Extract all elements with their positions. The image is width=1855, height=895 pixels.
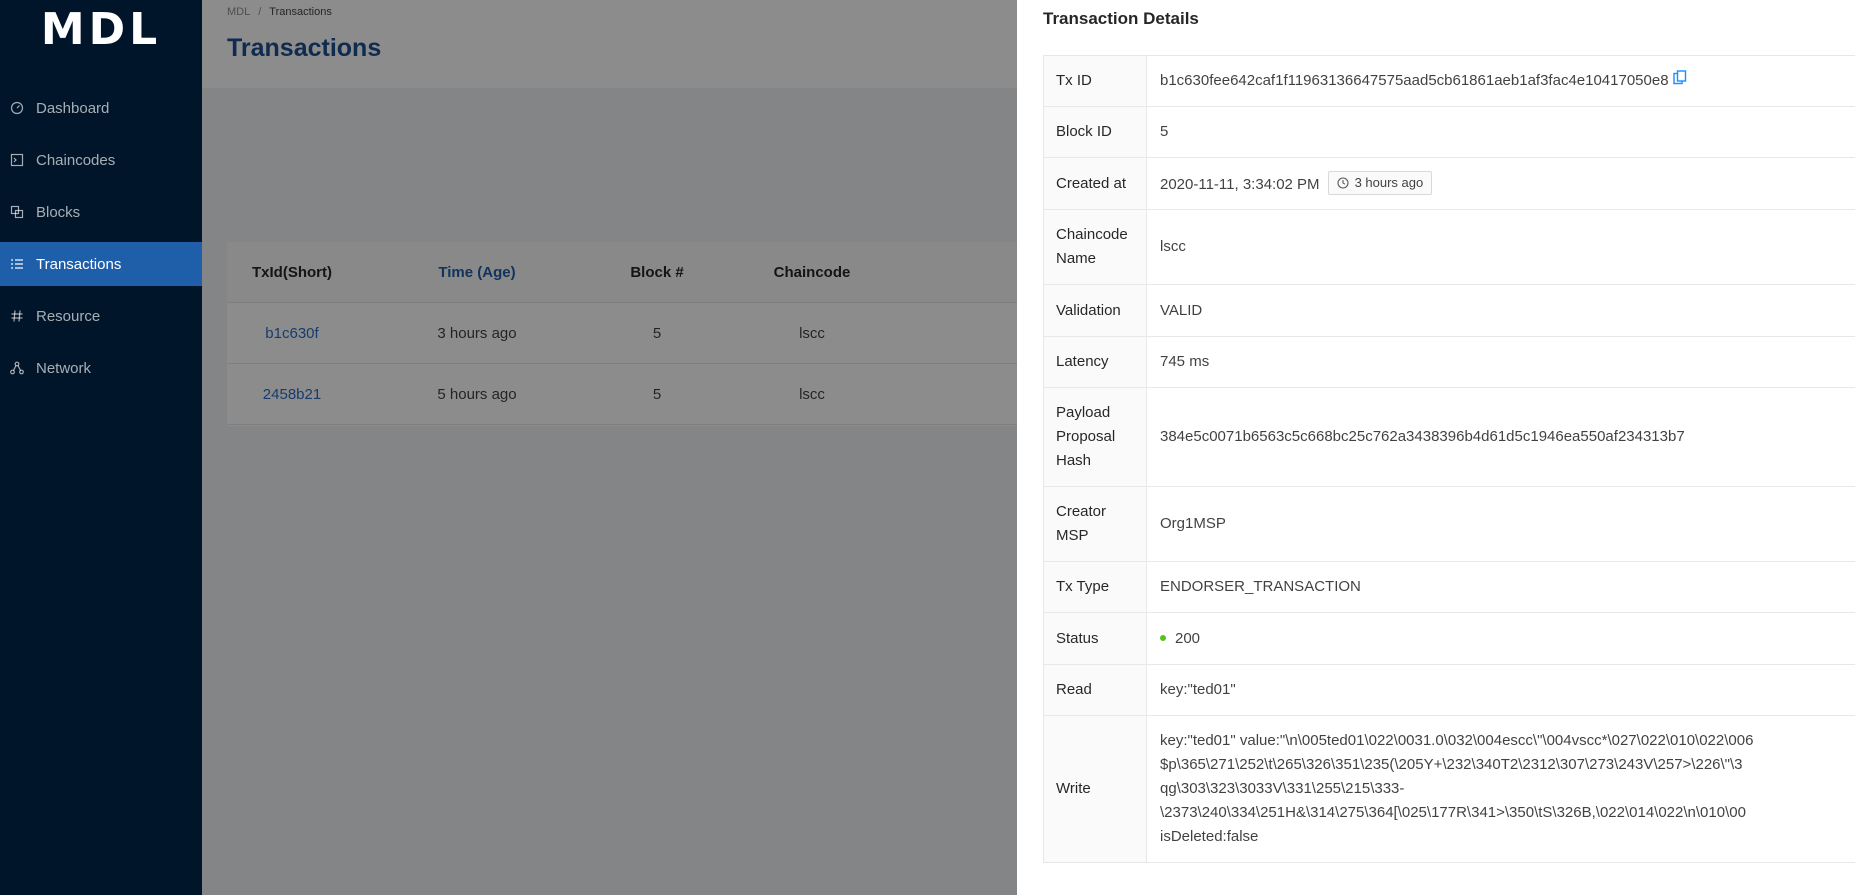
detail-value: 5 (1146, 106, 1855, 158)
detail-label: Tx ID (1043, 55, 1147, 107)
clock-icon (1337, 176, 1349, 189)
detail-label: Status (1043, 612, 1147, 665)
copy-icon[interactable] (1672, 69, 1687, 93)
detail-row-chaincode-name: Chaincode Name lscc (1043, 209, 1855, 285)
detail-value: VALID (1146, 284, 1855, 337)
write-line: $p\365\271\252\t\265\326\351\235(\205Y+\… (1160, 756, 1743, 773)
detail-row-creator-msp: Creator MSP Org1MSP (1043, 486, 1855, 562)
detail-value: key:"ted01" (1146, 664, 1855, 716)
sidebar-item-network[interactable]: Network (0, 346, 202, 390)
detail-row-payload-hash: Payload Proposal Hash 384e5c0071b6563c5c… (1043, 387, 1855, 487)
age-tag-text: 3 hours ago (1354, 174, 1424, 190)
sidebar-item-transactions[interactable]: Transactions (0, 242, 202, 286)
write-line: qg\303\323\3033V\331\255\215\333- (1160, 780, 1405, 797)
detail-label: Creator MSP (1043, 486, 1147, 562)
detail-label: Read (1043, 664, 1147, 716)
list-icon (10, 257, 24, 271)
detail-label: Tx Type (1043, 561, 1147, 613)
logo[interactable]: MDL (0, 0, 202, 74)
age-tag: 3 hours ago (1327, 170, 1433, 195)
sidebar-menu: Dashboard Chaincodes Blocks Transactions… (0, 86, 202, 398)
logo-text: MDL (40, 4, 162, 55)
sidebar-item-dashboard[interactable]: Dashboard (0, 86, 202, 130)
write-line: \2373\240\334\251H&\314\275\364[\025\177… (1160, 804, 1746, 821)
detail-row-read: Read key:"ted01" (1043, 664, 1855, 716)
detail-value: 384e5c0071b6563c5c668bc25c762a3438396b4d… (1146, 387, 1855, 487)
sidebar-item-label: Blocks (36, 203, 81, 221)
number-icon (10, 309, 24, 323)
detail-value: 2020-11-11, 3:34:02 PM 3 hours ago (1146, 157, 1855, 210)
transaction-details-table: Tx ID b1c630fee642caf1f11963136647575aad… (1043, 55, 1855, 863)
sidebar-item-blocks[interactable]: Blocks (0, 190, 202, 234)
detail-label: Created at (1043, 157, 1147, 210)
created-at-value: 2020-11-11, 3:34:02 PM (1160, 175, 1320, 193)
detail-value: Org1MSP (1146, 486, 1855, 562)
sidebar-item-chaincodes[interactable]: Chaincodes (0, 138, 202, 182)
sidebar-item-resource[interactable]: Resource (0, 294, 202, 338)
detail-value: 200 (1146, 612, 1855, 665)
write-line: key:"ted01" value:"\n\005ted01\022\0031.… (1160, 732, 1754, 749)
dashboard-icon (10, 101, 24, 115)
transaction-details-drawer: Transaction Details Tx ID b1c630fee642ca… (1017, 0, 1855, 895)
detail-row-latency: Latency 745 ms (1043, 336, 1855, 388)
detail-label: Validation (1043, 284, 1147, 337)
detail-value: key:"ted01" value:"\n\005ted01\022\0031.… (1146, 715, 1855, 863)
status-dot-icon (1160, 634, 1166, 641)
detail-value: b1c630fee642caf1f11963136647575aad5cb618… (1146, 55, 1855, 107)
detail-label: Block ID (1043, 106, 1147, 158)
drawer-title: Transaction Details (1043, 9, 1199, 28)
detail-value: ENDORSER_TRANSACTION (1146, 561, 1855, 613)
blocks-icon (10, 205, 24, 219)
sidebar-item-label: Transactions (36, 255, 122, 273)
detail-value: 745 ms (1146, 336, 1855, 388)
status-value: 200 (1175, 629, 1201, 647)
drawer-mask[interactable] (202, 0, 1017, 895)
detail-label: Chaincode Name (1043, 209, 1147, 285)
detail-row-tx-id: Tx ID b1c630fee642caf1f11963136647575aad… (1043, 55, 1855, 107)
detail-value: lscc (1146, 209, 1855, 285)
detail-row-tx-type: Tx Type ENDORSER_TRANSACTION (1043, 561, 1855, 613)
network-icon (10, 361, 24, 375)
detail-row-block-id: Block ID 5 (1043, 106, 1855, 158)
tx-id-value: b1c630fee642caf1f11963136647575aad5cb618… (1160, 71, 1669, 89)
sidebar: MDL Dashboard Chaincodes Blocks Transact… (0, 0, 202, 895)
code-icon (10, 153, 24, 167)
detail-label: Latency (1043, 336, 1147, 388)
detail-label: Write (1043, 715, 1147, 863)
detail-row-status: Status 200 (1043, 612, 1855, 665)
detail-row-validation: Validation VALID (1043, 284, 1855, 337)
detail-label: Payload Proposal Hash (1043, 387, 1147, 487)
detail-row-created-at: Created at 2020-11-11, 3:34:02 PM 3 hours… (1043, 157, 1855, 210)
sidebar-item-label: Resource (36, 307, 101, 325)
detail-row-write: Write key:"ted01" value:"\n\005ted01\022… (1043, 715, 1855, 863)
write-line: isDeleted:false (1160, 828, 1259, 845)
sidebar-item-label: Chaincodes (36, 151, 116, 169)
sidebar-item-label: Network (36, 359, 92, 377)
sidebar-item-label: Dashboard (36, 99, 110, 117)
